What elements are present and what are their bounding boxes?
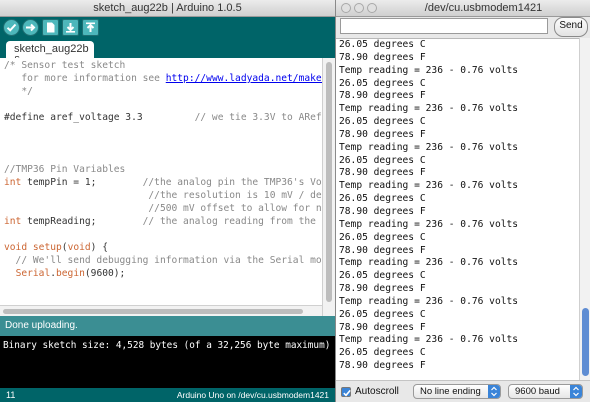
serial-line: 26.05 degrees C bbox=[339, 347, 426, 359]
serial-line: Temp reading = 236 - 0.76 volts bbox=[339, 218, 519, 230]
console-text: Binary sketch size: 4,528 bytes (of a 32… bbox=[3, 340, 331, 351]
ide-footer: 11 Arduino Uno on /dev/cu.usbmodem1421 bbox=[0, 388, 335, 402]
serial-line: 26.05 degrees C bbox=[339, 231, 426, 243]
tab-sketch[interactable]: sketch_aug22b § bbox=[6, 41, 94, 67]
line-number: 11 bbox=[6, 390, 16, 400]
save-button[interactable] bbox=[82, 19, 99, 36]
code-comment: //the resolution is 10 mV / degree c bbox=[148, 190, 322, 201]
serial-line: Temp reading = 236 - 0.76 volts bbox=[339, 64, 519, 76]
code-comment: // We'll send debugging information via … bbox=[4, 255, 322, 266]
code-line: #define aref_voltage 3.3 bbox=[4, 112, 143, 123]
code-line: for more information see bbox=[4, 73, 166, 84]
serial-line: 26.05 degrees C bbox=[339, 270, 426, 282]
code-keyword: int bbox=[4, 216, 22, 227]
serial-vertical-scrollbar[interactable] bbox=[579, 38, 590, 380]
serial-line: 78.90 degrees F bbox=[339, 283, 426, 295]
sketch-tabs: sketch_aug22b § bbox=[0, 38, 335, 67]
open-button[interactable] bbox=[62, 19, 79, 36]
new-icon bbox=[47, 22, 55, 33]
code-keyword: int bbox=[4, 177, 22, 188]
ide-toolbar bbox=[0, 17, 335, 38]
arduino-ide-window: sketch_aug22b | Arduino 1.0.5 sketch_aug… bbox=[0, 0, 335, 402]
code-line: */ bbox=[4, 86, 33, 97]
serial-line: 26.05 degrees C bbox=[339, 308, 426, 320]
autoscroll-checkbox[interactable] bbox=[341, 387, 351, 397]
code-keyword: void bbox=[67, 242, 91, 253]
open-icon bbox=[66, 23, 75, 33]
serial-monitor-window: /dev/cu.usbmodem1421 Send 26.05 degrees … bbox=[335, 0, 590, 402]
code-editor[interactable]: /* Sensor test sketch for more informati… bbox=[0, 58, 322, 316]
editor-vertical-scrollbar[interactable] bbox=[322, 58, 335, 316]
code-line: tempReading; bbox=[21, 216, 97, 227]
status-bar: Done uploading. bbox=[0, 316, 335, 336]
dropdown-arrow-icon bbox=[570, 385, 582, 398]
dropdown-arrow-icon bbox=[488, 385, 500, 398]
serial-line: 26.05 degrees C bbox=[339, 193, 426, 205]
serial-line: 26.05 degrees C bbox=[339, 39, 426, 50]
code-comment: //the analog pin the TMP36's Vout (s bbox=[142, 177, 322, 188]
line-ending-select[interactable]: No line ending bbox=[413, 384, 501, 399]
ide-title-bar[interactable]: sketch_aug22b | Arduino 1.0.5 bbox=[0, 0, 335, 17]
serial-line: 26.05 degrees C bbox=[339, 116, 426, 128]
baud-rate-value: 9600 baud bbox=[515, 386, 560, 397]
serial-line: 78.90 degrees F bbox=[339, 244, 426, 256]
upload-icon bbox=[26, 23, 36, 32]
code-line: tempPin = 1; bbox=[21, 177, 97, 188]
code-line: //TMP36 Pin Variables bbox=[4, 164, 126, 175]
verify-button[interactable] bbox=[3, 19, 20, 36]
serial-options-bar: Autoscroll No line ending 9600 baud bbox=[336, 380, 590, 402]
code-function: setup bbox=[32, 242, 62, 253]
autoscroll-label: Autoscroll bbox=[355, 386, 399, 397]
serial-line: Temp reading = 236 - 0.76 volts bbox=[339, 334, 519, 346]
serial-line: 78.90 degrees F bbox=[339, 167, 426, 179]
serial-line: 78.90 degrees F bbox=[339, 128, 426, 140]
code-comment: // we tie 3.3V to ARef and bbox=[194, 112, 322, 123]
serial-line: 78.90 degrees F bbox=[339, 51, 426, 63]
upload-button[interactable] bbox=[22, 19, 39, 36]
baud-rate-select[interactable]: 9600 baud bbox=[508, 384, 583, 399]
ide-window-title: sketch_aug22b | Arduino 1.0.5 bbox=[93, 2, 242, 14]
code-comment: // the analog reading from the senso bbox=[142, 216, 322, 227]
board-info: Arduino Uno on /dev/cu.usbmodem1421 bbox=[176, 390, 329, 400]
status-message: Done uploading. bbox=[5, 320, 78, 331]
serial-line: 78.90 degrees F bbox=[339, 205, 426, 217]
serial-line: Temp reading = 236 - 0.76 volts bbox=[339, 103, 519, 115]
code-comment: //500 mV offset to allow for negativ bbox=[148, 203, 322, 214]
code-line: (9600); bbox=[84, 268, 126, 279]
serial-send-input[interactable] bbox=[340, 18, 548, 34]
serial-line: 78.90 degrees F bbox=[339, 90, 426, 102]
serial-line: Temp reading = 236 - 0.76 volts bbox=[339, 257, 519, 269]
verify-icon bbox=[6, 23, 17, 32]
serial-window-title: /dev/cu.usbmodem1421 bbox=[424, 2, 543, 14]
serial-line: Temp reading = 236 - 0.76 volts bbox=[339, 295, 519, 307]
close-window-icon[interactable] bbox=[341, 3, 351, 13]
serial-title-bar[interactable]: /dev/cu.usbmodem1421 bbox=[336, 0, 590, 17]
scrollbar-thumb[interactable] bbox=[582, 308, 589, 376]
serial-line: Temp reading = 236 - 0.76 volts bbox=[339, 180, 519, 192]
line-ending-value: No line ending bbox=[420, 386, 481, 397]
code-function: begin bbox=[56, 268, 85, 279]
checkmark-icon bbox=[343, 389, 351, 397]
serial-line: 78.90 degrees F bbox=[339, 321, 426, 333]
save-icon bbox=[86, 22, 95, 32]
serial-line: 78.90 degrees F bbox=[339, 360, 426, 372]
send-button[interactable]: Send bbox=[554, 17, 588, 37]
serial-line: 26.05 degrees C bbox=[339, 77, 426, 89]
code-link[interactable]: http://www.ladyada.net/make/logsh bbox=[166, 73, 322, 84]
code-object: Serial bbox=[15, 268, 51, 279]
scrollbar-thumb[interactable] bbox=[3, 309, 303, 314]
code-keyword: void bbox=[4, 242, 28, 253]
serial-line: 26.05 degrees C bbox=[339, 154, 426, 166]
serial-line: Temp reading = 236 - 0.76 volts bbox=[339, 141, 519, 153]
send-row: Send bbox=[336, 16, 590, 38]
console-output: Binary sketch size: 4,528 bytes (of a 32… bbox=[0, 336, 335, 388]
new-button[interactable] bbox=[42, 19, 59, 36]
minimize-window-icon[interactable] bbox=[354, 3, 364, 13]
code-line: /* Sensor test sketch bbox=[4, 60, 126, 71]
scrollbar-thumb[interactable] bbox=[326, 62, 332, 302]
serial-output[interactable]: 26.05 degrees C 78.90 degrees F Temp rea… bbox=[336, 38, 579, 381]
